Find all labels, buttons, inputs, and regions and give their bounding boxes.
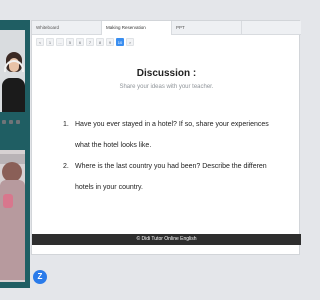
question-text-line: Where is the last country you had been? … [75, 163, 267, 170]
page-button-7[interactable]: 7 [86, 38, 94, 46]
question-number: 1. [63, 121, 69, 128]
tab-bar: Whiteboard Making Reservation PPT [32, 21, 301, 35]
question-number: 2. [63, 163, 69, 170]
page-button-5[interactable]: 5 [66, 38, 74, 46]
question-text-line: hotels in your country. [75, 184, 143, 191]
question-item-1: 1. Have you ever stayed in a hotel? If s… [63, 114, 301, 156]
chat-button[interactable]: Z [33, 270, 47, 284]
question-item-2: 2. Where is the last country you had bee… [63, 156, 301, 198]
prev-page-button[interactable]: < [36, 38, 44, 46]
page-button-10-current[interactable]: 10 [116, 38, 124, 46]
page-button-6[interactable]: 6 [76, 38, 84, 46]
page-navigator: < 1 ... 5 6 7 8 9 10 > [36, 38, 134, 48]
video-controls [2, 119, 24, 125]
camera-icon[interactable] [9, 120, 13, 124]
tab-making-reservation[interactable]: Making Reservation [102, 21, 172, 35]
slide-footer: © Didi Tutor Online English [32, 234, 301, 245]
student-video[interactable] [0, 150, 25, 282]
page-button-1[interactable]: 1 [46, 38, 54, 46]
teacher-body [2, 78, 25, 112]
mic-icon[interactable] [2, 120, 6, 124]
page-button-9[interactable]: 9 [106, 38, 114, 46]
question-text-line: Have you ever stayed in a hotel? If so, … [75, 121, 269, 128]
student-head [2, 162, 22, 182]
slide-title: Discussion : [136, 68, 197, 79]
lesson-panel: Whiteboard Making Reservation PPT < 1 ..… [31, 20, 301, 255]
app-root: Z Whiteboard Making Reservation PPT < 1 … [0, 0, 301, 300]
expand-icon[interactable] [16, 120, 20, 124]
page-button-8[interactable]: 8 [96, 38, 104, 46]
slide-subtitle: Share your ideas with your teacher. [119, 84, 214, 90]
page-ellipsis[interactable]: ... [56, 38, 64, 46]
student-accent [3, 194, 13, 208]
teacher-video[interactable] [0, 30, 25, 112]
tab-whiteboard[interactable]: Whiteboard [32, 21, 102, 35]
tab-ppt[interactable]: PPT [172, 21, 242, 35]
question-text-line: what the hotel looks like. [75, 142, 152, 149]
question-list: 1. Have you ever stayed in a hotel? If s… [63, 114, 301, 198]
next-page-button[interactable]: > [126, 38, 134, 46]
